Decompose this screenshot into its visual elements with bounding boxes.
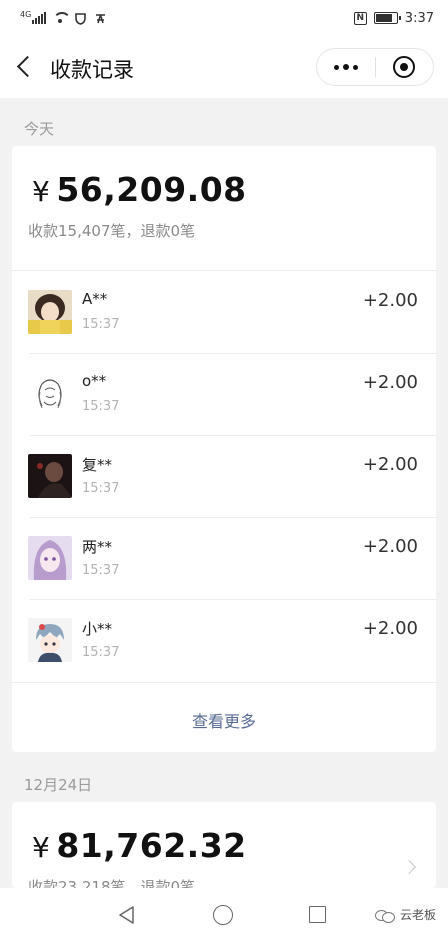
payer-name: 复** [82,456,113,474]
clock: 3:37 [404,10,434,26]
payment-amount: +2.00 [362,618,418,639]
previous-total-amount: ¥81,762.32 [32,826,247,865]
nfc-icon: N [353,11,367,25]
payer-name: 小** [82,620,113,638]
payment-time: 15:37 [82,563,120,578]
payment-record-row[interactable]: o** 15:37 +2.00 [12,354,436,436]
payment-time: 15:37 [82,645,120,660]
nav-back-icon[interactable] [117,905,137,925]
wifi-icon [53,12,72,24]
payment-record-row[interactable]: 复** 15:37 +2.00 [12,436,436,518]
watermark: 云老板 [374,906,436,923]
today-total-amount: ¥56,209.08 [32,170,247,209]
back-icon[interactable] [14,56,36,78]
payment-time: 15:37 [82,317,120,332]
view-more-button[interactable]: 查看更多 [12,708,436,732]
nav-recent-icon[interactable] [309,906,326,923]
previous-day-card[interactable]: ¥81,762.32 收款23,218笔，退款0笔 [12,802,436,888]
avatar-chibi-icon [28,618,72,662]
payer-name: 两** [82,538,113,556]
divider [12,270,436,271]
payment-record-row[interactable]: 两** 15:37 +2.00 [12,518,436,600]
payer-name: A** [82,290,108,308]
previous-total-value: 81,762.32 [56,826,247,865]
payment-time: 15:37 [82,399,120,414]
capsule-menu [316,48,434,86]
today-card: ¥56,209.08 收款15,407笔，退款0笔 A** 15:37 +2.0… [12,146,436,752]
avatar-anime-icon [28,536,72,580]
chevron-right-icon [401,859,417,875]
payment-amount: +2.00 [362,454,418,475]
watermark-text: 云老板 [399,908,436,922]
page-title: 收款记录 [50,58,134,82]
currency-symbol: ¥ [32,175,51,208]
fan-icon [96,13,106,23]
previous-summary: 收款23,218笔，退款0笔 [28,878,196,888]
battery-icon [373,12,401,24]
avatar-sketch-icon [28,372,72,416]
shield-icon [75,12,87,25]
nav-home-icon[interactable] [213,905,233,925]
payment-amount: +2.00 [362,536,418,557]
nav-bar: 收款记录 [0,36,448,98]
section-label-today: 今天 [24,120,55,138]
avatar-girl-icon [28,290,72,334]
payment-amount: +2.00 [362,372,418,393]
today-total-value: 56,209.08 [56,170,247,209]
signal-icon [32,12,47,24]
network-type: 4G [20,9,32,19]
payment-record-row[interactable]: 小** 15:37 +2.00 [12,600,436,682]
target-close-icon[interactable] [375,49,433,85]
currency-symbol: ¥ [32,831,51,864]
payment-time: 15:37 [82,481,120,496]
wechat-icon [374,908,395,923]
divider [12,682,436,683]
more-dots-icon[interactable] [317,49,375,85]
payment-amount: +2.00 [362,290,418,311]
status-bar: 4G N 3:37 [0,0,448,36]
payment-record-row[interactable]: A** 15:37 +2.00 [12,272,436,354]
avatar-dark-icon [28,454,72,498]
today-summary: 收款15,407笔，退款0笔 [28,222,196,240]
system-navigation-bar: 云老板 [0,888,448,942]
payer-name: o** [82,372,107,390]
section-label-date: 12月24日 [24,776,93,794]
